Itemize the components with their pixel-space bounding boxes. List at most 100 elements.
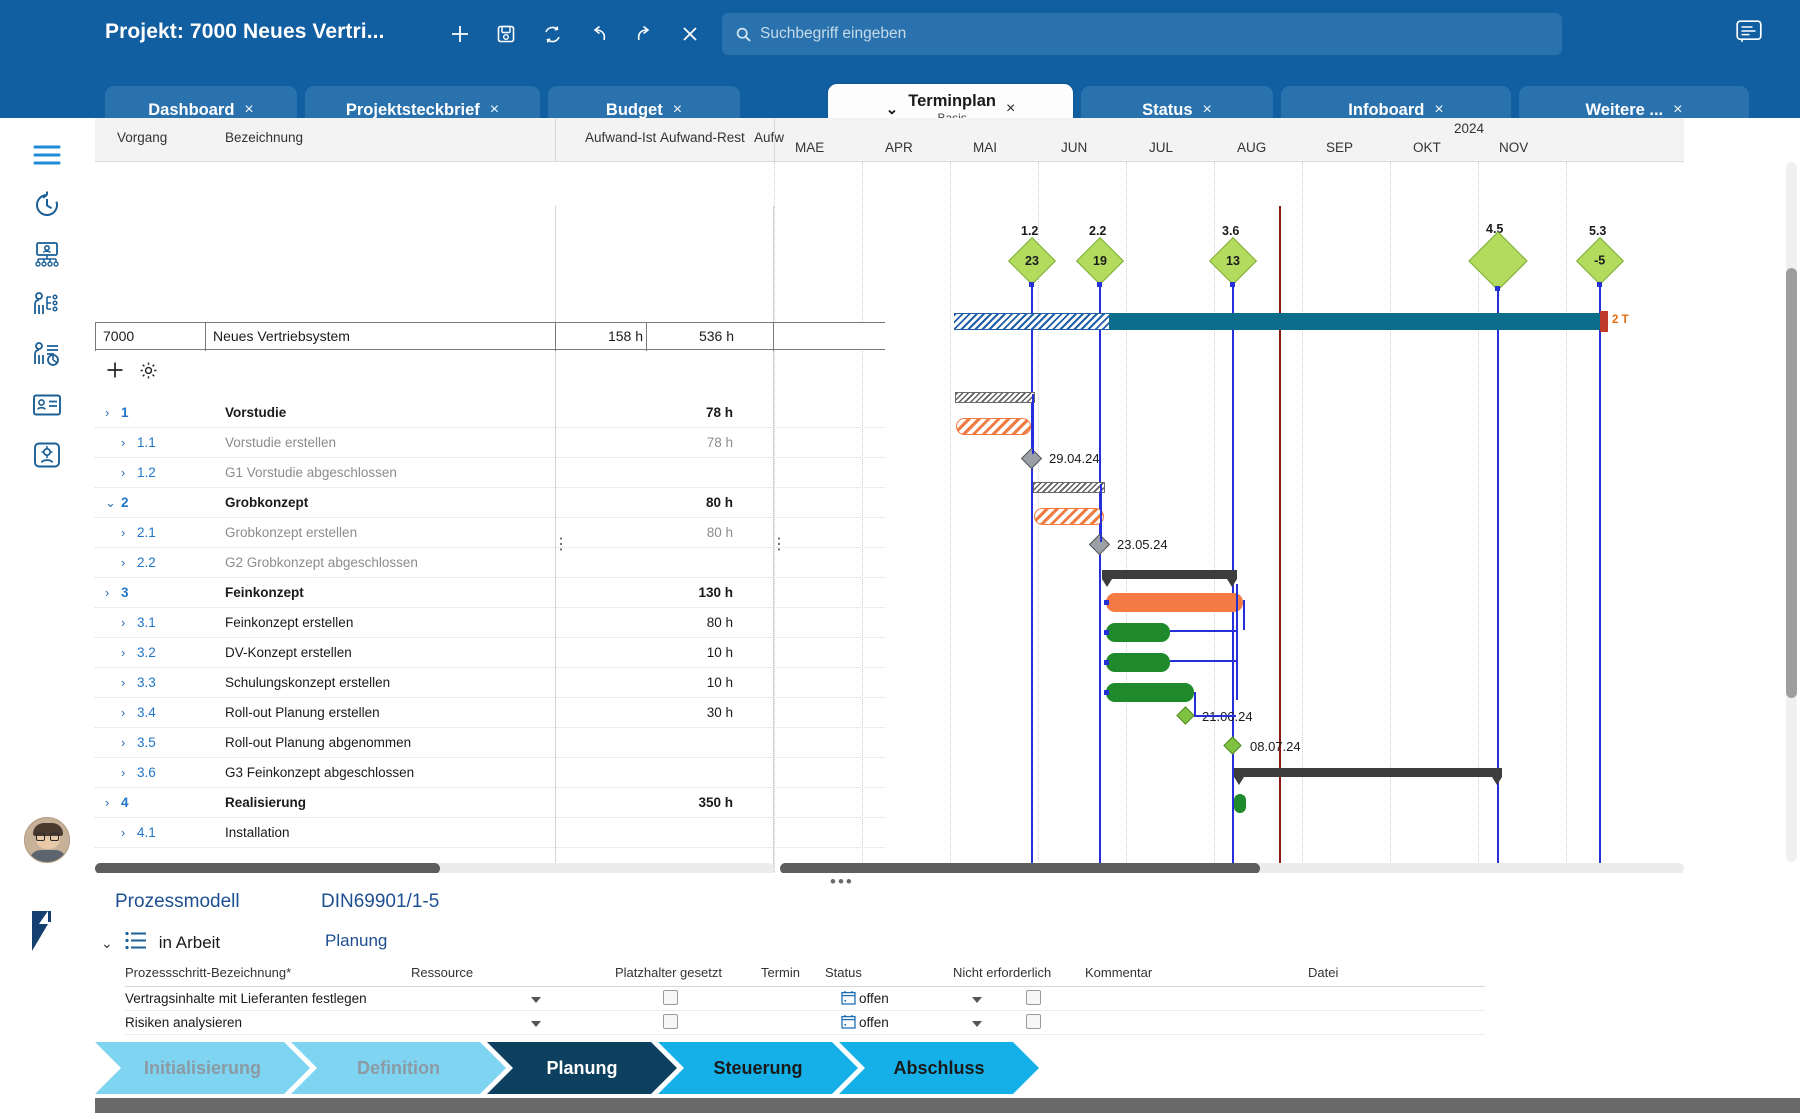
undo-icon[interactable]: [583, 19, 613, 49]
bottom-scrollbar[interactable]: [95, 1098, 1800, 1113]
phase-initialisierung[interactable]: Initialisierung: [95, 1042, 310, 1094]
col-header-bezeichnung[interactable]: Bezeichnung: [225, 130, 303, 145]
resource-report-icon[interactable]: [30, 338, 64, 372]
ressource-dropdown[interactable]: [531, 1021, 541, 1027]
table-row[interactable]: ⌄ 2 Grobkonzept 80 h: [95, 488, 885, 518]
chevron-right-icon[interactable]: ›: [121, 465, 125, 480]
status-dropdown[interactable]: [972, 1021, 982, 1027]
resource-assignment-icon[interactable]: [30, 288, 64, 322]
gantt-bar-3-3[interactable]: [1106, 653, 1170, 672]
settings-user-icon[interactable]: [30, 438, 64, 472]
gantt-bar-4[interactable]: [1234, 768, 1502, 785]
phase-abschluss[interactable]: Abschluss: [839, 1042, 1039, 1094]
avatar[interactable]: [24, 817, 70, 863]
chevron-right-icon[interactable]: ›: [121, 645, 125, 660]
gantt-bar-project[interactable]: [1109, 313, 1604, 330]
table-row[interactable]: › 4.1 Installation: [95, 818, 885, 848]
chevron-right-icon[interactable]: ›: [105, 795, 109, 810]
chevron-right-icon[interactable]: ›: [121, 705, 125, 720]
col-header-vorgang[interactable]: Vorgang: [117, 130, 167, 145]
grid-vscroll-thumb[interactable]: [1786, 268, 1797, 698]
chevron-down-icon[interactable]: ⌄: [886, 100, 899, 118]
close-icon[interactable]: [675, 19, 705, 49]
gantt-bar-4-1[interactable]: [1234, 794, 1246, 813]
gantt-bar-1-1[interactable]: [956, 418, 1031, 435]
chevron-right-icon[interactable]: ›: [105, 585, 109, 600]
table-row[interactable]: › 1.2 G1 Vorstudie abgeschlossen: [95, 458, 885, 488]
col-header-aufwand-ist[interactable]: Aufwand-Ist: [585, 130, 656, 145]
splitter-grip[interactable]: •••: [830, 873, 854, 890]
org-structure-icon[interactable]: [30, 238, 64, 272]
process-step-row[interactable]: Risiken analysieren offen: [125, 1011, 1485, 1035]
gantt-bar-project-baseline[interactable]: [954, 313, 1109, 330]
tab-close-icon[interactable]: ×: [1434, 101, 1443, 119]
table-row[interactable]: › 1.1 Vorstudie erstellen 78 h: [95, 428, 885, 458]
chevron-right-icon[interactable]: ›: [105, 405, 109, 420]
platzhalter-checkbox[interactable]: [663, 1014, 678, 1029]
tab-close-icon[interactable]: ×: [490, 101, 499, 119]
milestone-diamond-4-5[interactable]: [1468, 231, 1528, 291]
gantt-bar-3-4[interactable]: [1106, 683, 1194, 702]
chevron-right-icon[interactable]: ›: [121, 525, 125, 540]
ressource-dropdown[interactable]: [531, 997, 541, 1003]
phase-steuerung[interactable]: Steuerung: [658, 1042, 858, 1094]
contact-card-icon[interactable]: [30, 388, 64, 422]
table-row[interactable]: › 3.6 G3 Feinkonzept abgeschlossen: [95, 758, 885, 788]
tab-close-icon[interactable]: ×: [1006, 100, 1015, 118]
table-row[interactable]: › 3.1 Feinkonzept erstellen 80 h: [95, 608, 885, 638]
gantt-milestone-3-5[interactable]: [1176, 706, 1195, 725]
tab-close-icon[interactable]: ×: [1673, 101, 1682, 119]
calendar-icon[interactable]: [841, 1014, 856, 1034]
gantt-bar-3-2[interactable]: [1106, 623, 1170, 642]
save-icon[interactable]: [491, 19, 521, 49]
table-row[interactable]: › 4 Realisierung 350 h: [95, 788, 885, 818]
table-row[interactable]: › 2.2 G2 Grobkonzept abgeschlossen: [95, 548, 885, 578]
phase-planung[interactable]: Planung: [487, 1042, 677, 1094]
gantt-bar-3-1[interactable]: [1106, 593, 1243, 612]
redo-icon[interactable]: [629, 19, 659, 49]
table-row[interactable]: › 3.2 DV-Konzept erstellen 10 h: [95, 638, 885, 668]
chevron-right-icon[interactable]: ›: [121, 675, 125, 690]
chevron-right-icon[interactable]: ›: [121, 765, 125, 780]
search-input[interactable]: [760, 25, 1548, 43]
table-row[interactable]: › 1 Vorstudie 78 h: [95, 398, 885, 428]
gantt-milestone-3-6[interactable]: [1223, 736, 1242, 755]
tab-close-icon[interactable]: ×: [673, 101, 682, 119]
nicht-erforderlich-checkbox[interactable]: [1026, 990, 1041, 1005]
milestone-diamond-5-3[interactable]: -5: [1575, 236, 1625, 286]
col-header-aufwand-rest[interactable]: Aufwand-Rest: [660, 130, 745, 145]
chevron-right-icon[interactable]: ›: [121, 825, 125, 840]
process-step-row[interactable]: Vertragsinhalte mit Lieferanten festlege…: [125, 987, 1485, 1011]
project-summary-row[interactable]: 7000 Neues Vertriebsystem 158 h 536 h: [95, 322, 885, 351]
nicht-erforderlich-checkbox[interactable]: [1026, 1014, 1041, 1029]
tab-close-icon[interactable]: ×: [244, 101, 253, 119]
milestone-diamond-1-2[interactable]: 23: [1007, 236, 1057, 286]
chevron-down-icon[interactable]: ⌄: [101, 935, 113, 952]
chevron-right-icon[interactable]: ›: [121, 555, 125, 570]
table-row[interactable]: › 3.3 Schulungskonzept erstellen 10 h: [95, 668, 885, 698]
gantt-bar-1[interactable]: [955, 392, 1035, 403]
status-dropdown[interactable]: [972, 997, 982, 1003]
milestone-diamond-2-2[interactable]: 19: [1075, 236, 1125, 286]
history-icon[interactable]: [30, 188, 64, 222]
menu-icon[interactable]: [30, 138, 64, 172]
platzhalter-checkbox[interactable]: [663, 990, 678, 1005]
table-row[interactable]: › 3.5 Roll-out Planung abgenommen: [95, 728, 885, 758]
column-resize-handle[interactable]: ⋮: [553, 537, 569, 553]
feedback-icon[interactable]: [1736, 20, 1762, 49]
chevron-right-icon[interactable]: ›: [121, 435, 125, 450]
chevron-down-icon[interactable]: ⌄: [105, 495, 116, 511]
refresh-icon[interactable]: [537, 19, 567, 49]
chevron-right-icon[interactable]: ›: [121, 735, 125, 750]
table-row[interactable]: › 3.4 Roll-out Planung erstellen 30 h: [95, 698, 885, 728]
search-box[interactable]: [722, 13, 1562, 55]
table-row[interactable]: › 2.1 Grobkonzept erstellen 80 h: [95, 518, 885, 548]
gear-icon[interactable]: [139, 361, 158, 385]
gantt-bar-2[interactable]: [1033, 482, 1105, 493]
table-row[interactable]: › 3 Feinkonzept 130 h: [95, 578, 885, 608]
tab-close-icon[interactable]: ×: [1203, 101, 1212, 119]
phase-definition[interactable]: Definition: [291, 1042, 506, 1094]
gantt-bar-2-1[interactable]: [1034, 508, 1104, 525]
add-row-button[interactable]: [105, 360, 125, 385]
calendar-icon[interactable]: [841, 990, 856, 1010]
